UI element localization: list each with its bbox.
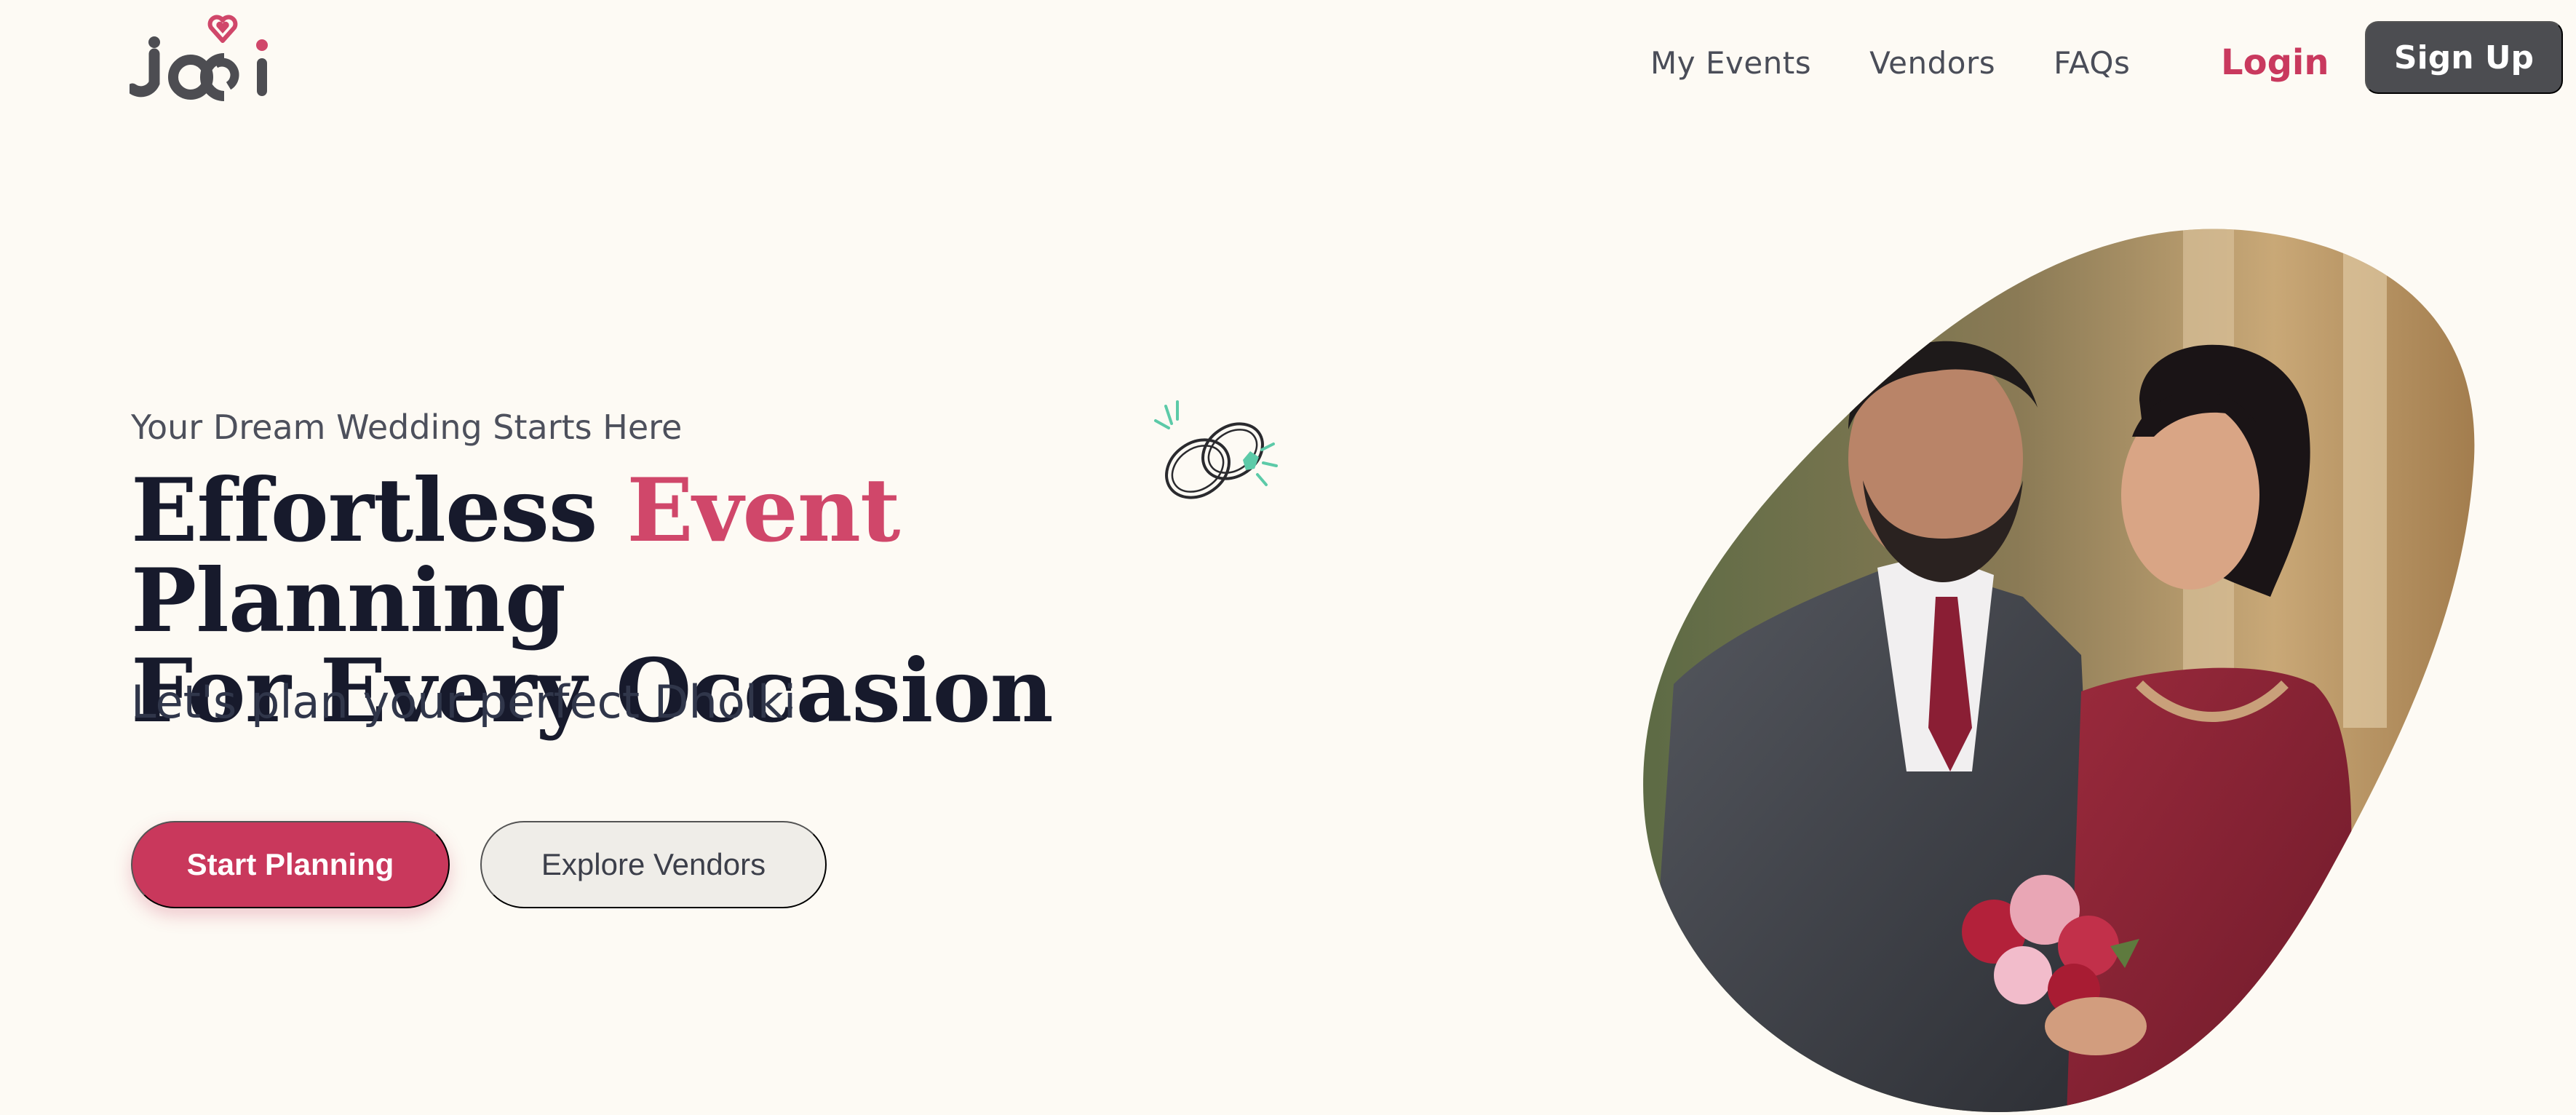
explore-vendors-button[interactable]: Explore Vendors [480,821,827,908]
start-planning-button[interactable]: Start Planning [131,821,450,908]
login-link[interactable]: Login [2221,33,2329,92]
hero-eyebrow: Your Dream Wedding Starts Here [131,408,683,447]
heart-icon [207,15,238,43]
logo-graphic [127,15,268,101]
jodi-logo[interactable] [127,13,279,102]
nav-vendors[interactable]: Vendors [1869,45,1995,81]
landing-page: My Events Vendors FAQs Login Sign Up You… [0,0,2576,1115]
couple-photo [1630,218,2489,1115]
wedding-rings-icon [1153,399,1281,527]
headline-part1: Effortless [131,459,627,562]
headline-part2: Planning [131,549,566,652]
headline-accent: Event [627,459,900,562]
nav-my-events[interactable]: My Events [1650,45,1811,81]
main-nav: My Events Vendors FAQs [1650,32,2130,93]
hero-subline: Let's plan your perfect Dholki [131,675,797,729]
nav-faqs[interactable]: FAQs [2054,45,2130,81]
signup-button[interactable]: Sign Up [2365,21,2563,94]
